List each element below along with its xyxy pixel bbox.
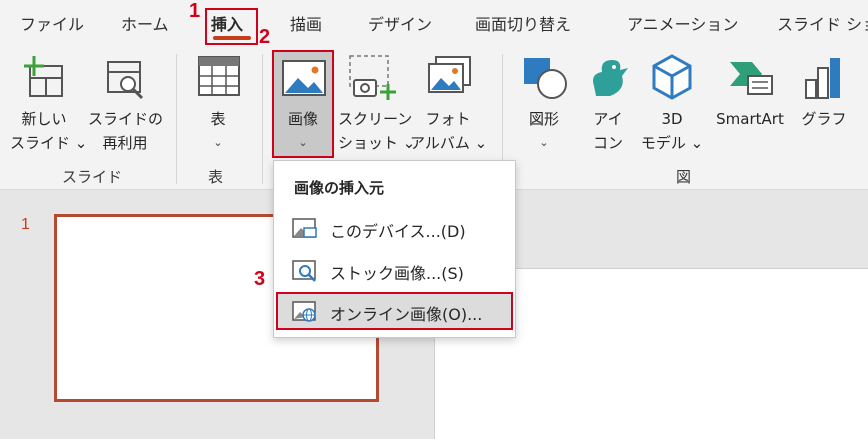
3d-models-label-1: 3D bbox=[661, 110, 683, 128]
picture-label: 画像 bbox=[287, 110, 318, 128]
picture-icon bbox=[282, 60, 326, 96]
screenshot-label-2: ショット ⌄ bbox=[338, 134, 416, 152]
tab-animations[interactable]: アニメーション bbox=[627, 11, 738, 35]
3d-models-label-2: モデル ⌄ bbox=[640, 134, 704, 152]
reuse-slide-button[interactable]: スライドの 再利用 bbox=[88, 54, 164, 154]
new-slide-label-2: スライド ⌄ bbox=[10, 134, 88, 152]
screenshot-button[interactable]: スクリーン ショット ⌄ bbox=[338, 54, 416, 154]
tab-slideshow[interactable]: スライド ショ bbox=[777, 11, 868, 35]
slide-number: 1 bbox=[21, 216, 30, 233]
screenshot-icon bbox=[349, 55, 396, 100]
new-slide-icon bbox=[24, 56, 63, 97]
insert-picture-menu: 画像の挿入元 このデバイス...(D) ストック画像...(S) オンライン画像… bbox=[273, 160, 516, 338]
menu-header: 画像の挿入元 bbox=[294, 179, 385, 197]
ribbon-separator bbox=[262, 54, 263, 184]
table-dropdown-caret: ⌄ bbox=[213, 136, 223, 149]
bar-chart-icon bbox=[805, 58, 840, 99]
table-icon bbox=[198, 56, 240, 96]
menu-item-online-pictures[interactable]: オンライン画像(O)... bbox=[276, 292, 513, 330]
menu-item-label: ストック画像...(S) bbox=[330, 264, 464, 283]
stock-images-icon bbox=[292, 260, 316, 282]
shapes-label: 図形 bbox=[528, 110, 559, 128]
menu-item-stock-images[interactable]: ストック画像...(S) bbox=[276, 251, 513, 289]
photo-album-label-2: アルバム ⌄ bbox=[410, 134, 488, 152]
tab-file[interactable]: ファイル bbox=[20, 11, 84, 35]
screenshot-label-1: スクリーン bbox=[338, 110, 413, 128]
picture-button[interactable]: 画像 ⌄ bbox=[272, 50, 334, 158]
icons-label-2: コン bbox=[592, 134, 623, 152]
cube-icon bbox=[652, 54, 692, 100]
new-slide-button[interactable]: 新しい スライド ⌄ bbox=[10, 54, 88, 154]
menu-item-label: オンライン画像(O)... bbox=[330, 305, 483, 324]
group-label-illustrations: 図 bbox=[676, 168, 692, 186]
chart-button[interactable]: グラフ bbox=[796, 54, 852, 154]
ribbon-tabs: ファイル ホーム 挿入 描画 デザイン 画面切り替え アニメーション スライド … bbox=[0, 0, 868, 46]
shapes-button[interactable]: 図形 ⌄ bbox=[514, 54, 574, 154]
table-label: 表 bbox=[210, 110, 226, 128]
new-slide-label-1: 新しい bbox=[21, 110, 67, 128]
photo-album-label-1: フォト bbox=[425, 110, 471, 128]
shapes-dropdown-caret: ⌄ bbox=[539, 136, 549, 149]
picture-dropdown-caret: ⌄ bbox=[298, 136, 308, 149]
reuse-slide-label-1: スライドの bbox=[88, 110, 164, 128]
step-3-label: 3 bbox=[254, 268, 266, 290]
reuse-slide-icon bbox=[107, 61, 144, 100]
ribbon-separator bbox=[176, 54, 177, 184]
step-1-label: 1 bbox=[189, 0, 201, 22]
menu-item-label: このデバイス...(D) bbox=[330, 222, 466, 241]
icons-label-1: アイ bbox=[593, 110, 623, 128]
photo-album-icon bbox=[428, 56, 471, 93]
smartart-icon bbox=[730, 62, 773, 95]
3d-models-button[interactable]: 3D モデル ⌄ bbox=[638, 54, 706, 154]
icons-button[interactable]: アイ コン bbox=[580, 54, 636, 154]
tab-draw[interactable]: 描画 bbox=[290, 11, 322, 35]
menu-item-this-device[interactable]: このデバイス...(D) bbox=[276, 209, 513, 247]
smartart-label: SmartArt bbox=[716, 110, 784, 128]
photo-album-button[interactable]: フォト アルバム ⌄ bbox=[410, 54, 488, 154]
device-picture-icon bbox=[292, 218, 317, 238]
shapes-icon bbox=[524, 58, 567, 99]
table-button[interactable]: 表 ⌄ bbox=[188, 54, 248, 154]
tab-home[interactable]: ホーム bbox=[121, 11, 169, 35]
icons-icon bbox=[593, 60, 628, 96]
tab-design[interactable]: デザイン bbox=[368, 11, 432, 35]
tab-transitions[interactable]: 画面切り替え bbox=[475, 11, 571, 35]
group-label-tables: 表 bbox=[208, 168, 224, 186]
insert-tab-highlight bbox=[205, 8, 258, 45]
smartart-button[interactable]: SmartArt bbox=[708, 54, 792, 154]
reuse-slide-label-2: 再利用 bbox=[102, 134, 148, 152]
online-picture-icon bbox=[292, 301, 316, 322]
group-label-slides: スライド bbox=[62, 168, 123, 186]
chart-label: グラフ bbox=[801, 110, 847, 128]
